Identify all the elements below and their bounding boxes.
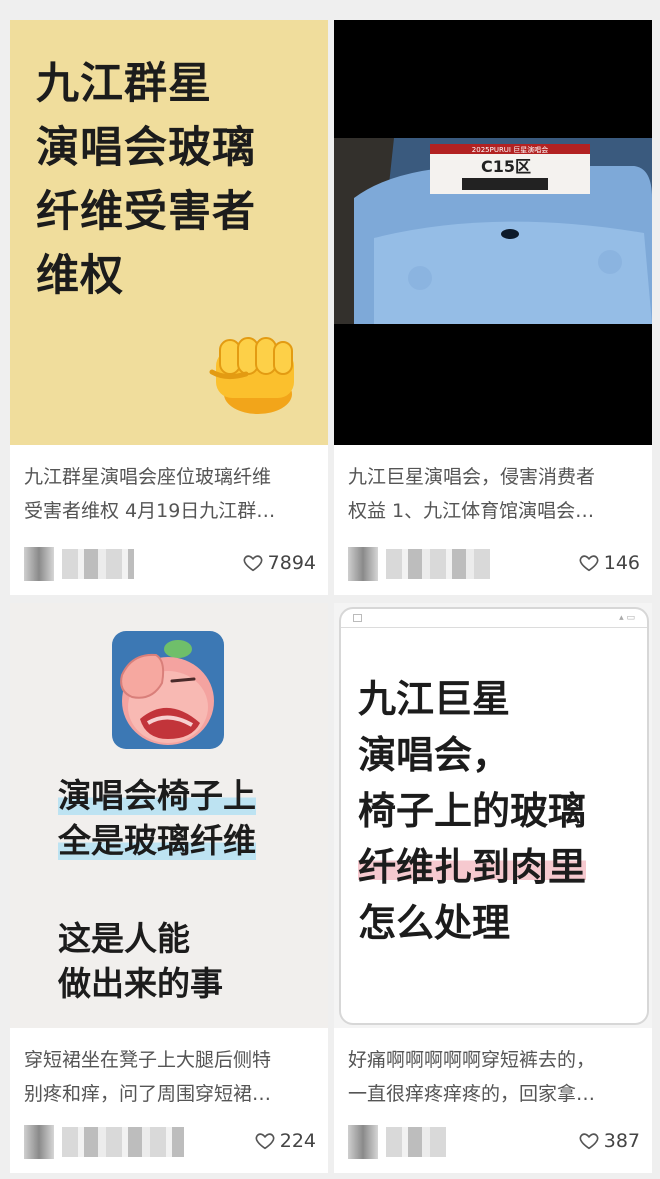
cover-text: 演唱会椅子上 全是玻璃纤维 xyxy=(58,773,256,863)
note-card[interactable]: ▴ ▭ 九江巨星 演唱会， 椅子上的玻璃 纤维扎到肉里 怎么处理 好痛啊啊啊啊啊… xyxy=(334,603,652,1173)
desc-line: 别疼和痒，问了周围穿短裙… xyxy=(24,1083,272,1105)
cover-line: 椅子上的玻璃 xyxy=(358,789,587,833)
note-description[interactable]: 好痛啊啊啊啊啊穿短裤去的， 一直很痒疼痒疼的，回家拿… xyxy=(348,1043,643,1111)
cover-line: 这是人能 xyxy=(58,919,190,958)
desc-line: 九江群星演唱会座位玻璃纤维 xyxy=(24,466,272,488)
like-button[interactable]: 146 xyxy=(578,547,640,579)
desc-line: 穿短裙坐在凳子上大腿后侧特 xyxy=(24,1049,272,1071)
note-cover[interactable]: 九江群星 演唱会玻璃 纤维受害者 维权 xyxy=(10,20,328,445)
cover-text: 这是人能 做出来的事 xyxy=(58,916,223,1006)
cover-line: 演唱会， xyxy=(358,733,511,777)
cover-text: 九江群星 演唱会玻璃 纤维受害者 维权 xyxy=(36,52,256,308)
username-blurred[interactable] xyxy=(62,549,134,579)
like-button[interactable]: 387 xyxy=(578,1125,640,1157)
note-card[interactable]: 2025PURUI 巨星演唱会 C15区 九江巨星演唱会，侵害消费者 权益 1、… xyxy=(334,20,652,595)
like-count: 7894 xyxy=(267,552,316,574)
banner-text: 2025PURUI 巨星演唱会 xyxy=(472,145,548,154)
username-blurred[interactable] xyxy=(386,1127,446,1157)
facepalm-sticker-icon xyxy=(112,631,224,749)
divider xyxy=(341,627,647,628)
note-description[interactable]: 穿短裙坐在凳子上大腿后侧特 别疼和痒，问了周围穿短裙… xyxy=(24,1043,319,1111)
note-cover[interactable]: 演唱会椅子上 全是玻璃纤维 这是人能 做出来的事 xyxy=(10,603,328,1028)
cover-line: 全是玻璃纤维 xyxy=(58,818,256,863)
cover-line: 做出来的事 xyxy=(58,964,223,1003)
cover-line: 九江群星 xyxy=(36,59,212,109)
note-description[interactable]: 九江群星演唱会座位玻璃纤维 受害者维权 4月19日九江群… xyxy=(24,460,319,528)
avatar[interactable] xyxy=(348,1125,378,1159)
cover-line-text: 演唱会椅子上 xyxy=(58,776,256,815)
desc-line: 权益 1、九江体育馆演唱会… xyxy=(348,500,595,522)
username-blurred[interactable] xyxy=(386,549,490,579)
note-cover[interactable]: 2025PURUI 巨星演唱会 C15区 xyxy=(334,20,652,445)
fist-emoji-icon xyxy=(209,337,294,414)
seat-photo: 2025PURUI 巨星演唱会 C15区 xyxy=(334,138,652,324)
note-feed: 九江群星 演唱会玻璃 纤维受害者 维权 九江群星演唱会座位玻璃纤维 受害者维权 … xyxy=(0,0,660,1179)
status-icons: ▴ ▭ xyxy=(619,613,635,623)
note-footer: 387 xyxy=(348,1121,640,1161)
seat-zone-label: C15区 xyxy=(481,157,531,176)
heart-icon xyxy=(255,1133,275,1150)
like-button[interactable]: 7894 xyxy=(242,547,316,579)
avatar[interactable] xyxy=(24,547,54,581)
cover-line: 九江巨星 xyxy=(358,677,511,721)
note-footer: 146 xyxy=(348,543,640,583)
cover-line: 纤维受害者 xyxy=(36,187,256,237)
avatar[interactable] xyxy=(24,1125,54,1159)
cover-line: 维权 xyxy=(36,251,124,301)
note-footer: 7894 xyxy=(24,543,316,583)
cover-line: 演唱会椅子上 xyxy=(58,773,256,818)
note-cover[interactable]: ▴ ▭ 九江巨星 演唱会， 椅子上的玻璃 纤维扎到肉里 怎么处理 xyxy=(334,603,652,1028)
heart-icon xyxy=(579,1133,599,1150)
heart-icon xyxy=(243,555,263,572)
cover-line: 纤维扎到肉里 xyxy=(358,839,587,895)
desc-line: 九江巨星演唱会，侵害消费者 xyxy=(348,466,596,488)
like-button[interactable]: 224 xyxy=(254,1125,316,1157)
username-blurred[interactable] xyxy=(62,1127,184,1157)
like-count: 387 xyxy=(603,1130,640,1152)
cover-line-text: 纤维扎到肉里 xyxy=(358,845,587,889)
cover-text: 九江巨星 演唱会， 椅子上的玻璃 纤维扎到肉里 怎么处理 xyxy=(358,671,587,951)
cover-line: 演唱会玻璃 xyxy=(36,123,256,173)
square-icon xyxy=(353,614,362,622)
note-description[interactable]: 九江巨星演唱会，侵害消费者 权益 1、九江体育馆演唱会… xyxy=(348,460,643,528)
desc-line: 好痛啊啊啊啊啊穿短裤去的， xyxy=(348,1049,596,1071)
cover-line: 怎么处理 xyxy=(358,901,511,945)
note-card[interactable]: 九江群星 演唱会玻璃 纤维受害者 维权 九江群星演唱会座位玻璃纤维 受害者维权 … xyxy=(10,20,328,595)
cover-line-text: 全是玻璃纤维 xyxy=(58,821,256,860)
like-count: 224 xyxy=(279,1130,316,1152)
like-count: 146 xyxy=(603,552,640,574)
desc-line: 一直很痒疼痒疼的，回家拿… xyxy=(348,1083,596,1105)
note-card[interactable]: 演唱会椅子上 全是玻璃纤维 这是人能 做出来的事 穿短裙坐在凳子上大腿后侧特 别… xyxy=(10,603,328,1173)
heart-icon xyxy=(579,555,599,572)
note-footer: 224 xyxy=(24,1121,316,1161)
desc-line: 受害者维权 4月19日九江群… xyxy=(24,500,276,522)
avatar[interactable] xyxy=(348,547,378,581)
